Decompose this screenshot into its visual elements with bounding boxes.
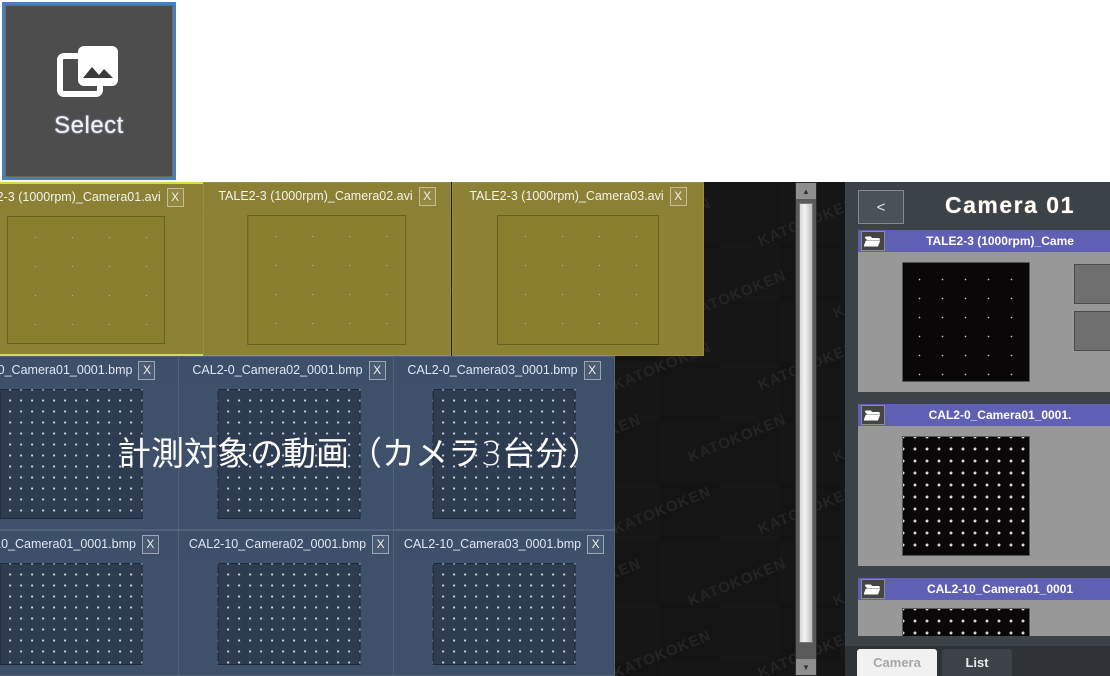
file-thumbnail-cell[interactable]: CAL2-0_Camera02_0001.bmp X: [178, 356, 400, 530]
close-icon[interactable]: X: [166, 187, 184, 207]
close-icon[interactable]: X: [583, 360, 601, 380]
file-thumbnail-cell[interactable]: CAL2-10_Camera02_0001.bmp X: [178, 530, 400, 676]
file-thumbnail-header: 2-10_Camera01_0001.bmp X: [0, 531, 181, 557]
preview-image: [902, 262, 1030, 382]
camera-list-item-header: CAL2-0_Camera01_0001.: [858, 404, 1110, 426]
camera-list-item[interactable]: CAL2-0_Camera01_0001.: [858, 404, 1110, 566]
workspace: KATOKOKEN KATOKOKEN KATOKOKEN KATOKOKEN KATO…: [0, 182, 1110, 676]
camera-list-item[interactable]: CAL2-10_Camera01_0001: [858, 578, 1110, 636]
file-thumbnail-cell[interactable]: 2-0_Camera01_0001.bmp X: [0, 356, 182, 530]
thumbnail-row: E2-3 (1000rpm)_Camera01.avi X TALE2-3 (100…: [0, 182, 790, 356]
camera-file-list[interactable]: TALE2-3 (1000rpm)_Came CAL2-0_Camera01_00…: [858, 230, 1110, 636]
camera-list-item-header: CAL2-10_Camera01_0001: [858, 578, 1110, 600]
back-button[interactable]: <: [858, 190, 904, 224]
grid-vertical-scrollbar[interactable]: ▲ ▼: [795, 182, 817, 676]
file-thumbnail-image: [432, 389, 576, 519]
scroll-down-arrow-icon[interactable]: ▼: [796, 659, 816, 675]
preview-side-buttons[interactable]: [1074, 264, 1110, 358]
thumbnail-row: 2-0_Camera01_0001.bmp X CAL2-0_Camera02_00…: [0, 356, 790, 530]
camera-list-item-preview: [858, 600, 1110, 636]
file-thumbnail-header: CAL2-0_Camera02_0001.bmp X: [179, 357, 399, 383]
file-name-label: TALE2-3 (1000rpm)_Camera03.avi: [469, 189, 664, 203]
file-thumbnail-image: [432, 563, 576, 665]
tab-list[interactable]: List: [942, 649, 1012, 676]
preview-side-button[interactable]: [1074, 311, 1110, 351]
thumbnail-speckles: [498, 216, 658, 344]
preview-image: [902, 608, 1030, 636]
select-button[interactable]: Select: [2, 2, 176, 180]
file-thumbnail-header: 2-0_Camera01_0001.bmp X: [0, 357, 181, 383]
file-thumbnail-cell[interactable]: E2-3 (1000rpm)_Camera01.avi X: [0, 182, 210, 356]
camera-list-item[interactable]: TALE2-3 (1000rpm)_Came: [858, 230, 1110, 392]
camera-preview-panel: < Camera 01 TALE2-3 (1000rpm)_Came CAL2-0…: [845, 182, 1110, 676]
camera-list-item-label: CAL2-0_Camera01_0001.: [928, 408, 1072, 422]
page-title: Camera 01: [945, 192, 1075, 218]
file-name-label: TALE2-3 (1000rpm)_Camera02.avi: [218, 189, 413, 203]
camera-list-item-label: CAL2-10_Camera01_0001: [926, 582, 1074, 596]
file-thumbnail-header: CAL2-10_Camera03_0001.bmp X: [394, 531, 614, 557]
thumbnail-speckles: [248, 216, 406, 344]
panel-tabs[interactable]: Camera List: [845, 646, 1110, 676]
file-name-label: CAL2-10_Camera03_0001.bmp: [403, 537, 582, 551]
file-thumbnail-image: [6, 216, 166, 344]
file-thumbnail-header: TALE2-3 (1000rpm)_Camera02.avi X: [204, 183, 450, 209]
select-button-label: Select: [54, 112, 124, 139]
file-name-label: CAL2-0_Camera02_0001.bmp: [192, 363, 363, 377]
file-thumbnail-image: [217, 563, 361, 665]
images-stack-icon: [56, 42, 122, 102]
camera-list-item-label: TALE2-3 (1000rpm)_Came: [926, 234, 1074, 248]
file-thumbnail-image: [217, 389, 361, 519]
file-thumbnail-cell[interactable]: 2-10_Camera01_0001.bmp X: [0, 530, 182, 676]
close-icon[interactable]: X: [669, 186, 687, 206]
file-name-label: E2-3 (1000rpm)_Camera01.avi: [0, 190, 161, 204]
file-name-label: CAL2-0_Camera03_0001.bmp: [407, 363, 578, 377]
file-name-label: 2-10_Camera01_0001.bmp: [0, 537, 136, 551]
camera-list-item-preview: [858, 426, 1110, 566]
file-thumbnail-header: CAL2-10_Camera02_0001.bmp X: [179, 531, 399, 557]
file-thumbnail-header: TALE2-3 (1000rpm)_Camera03.avi X: [453, 183, 703, 209]
open-folder-icon[interactable]: [861, 579, 885, 599]
close-icon[interactable]: X: [587, 534, 605, 554]
file-thumbnail-header: CAL2-0_Camera03_0001.bmp X: [394, 357, 614, 383]
scrollbar-thumb[interactable]: [799, 203, 813, 643]
top-toolbar-strip: Select: [0, 0, 1110, 182]
close-icon[interactable]: X: [372, 534, 390, 554]
open-folder-icon[interactable]: [861, 405, 885, 425]
file-thumbnail-header: E2-3 (1000rpm)_Camera01.avi X: [0, 184, 208, 210]
file-thumbnail-cell[interactable]: CAL2-10_Camera03_0001.bmp X: [393, 530, 615, 676]
file-thumbnail-image: [247, 215, 407, 345]
close-icon[interactable]: X: [368, 360, 386, 380]
preview-image: [902, 436, 1030, 556]
select-button-inner: Select: [5, 5, 173, 177]
camera-panel-header: < Camera 01: [845, 182, 1110, 230]
file-thumbnail-cell[interactable]: TALE2-3 (1000rpm)_Camera03.avi X: [452, 182, 704, 356]
close-icon[interactable]: X: [418, 186, 436, 206]
close-icon[interactable]: X: [141, 534, 159, 554]
close-icon[interactable]: X: [138, 360, 156, 380]
open-folder-icon[interactable]: [861, 231, 885, 251]
thumbnail-speckles: [7, 217, 165, 343]
camera-list-item-header: TALE2-3 (1000rpm)_Came: [858, 230, 1110, 252]
file-thumbnail-image: [497, 215, 659, 345]
thumbnail-row: 2-10_Camera01_0001.bmpXCAL2-10_Camera02_…: [0, 530, 790, 676]
file-thumbnail-image: [0, 563, 143, 665]
file-name-label: 2-0_Camera01_0001.bmp: [0, 363, 133, 377]
file-name-label: CAL2-10_Camera02_0001.bmp: [188, 537, 367, 551]
preview-side-button[interactable]: [1074, 264, 1110, 304]
scroll-up-arrow-icon[interactable]: ▲: [796, 183, 816, 199]
file-thumbnail-image: [0, 389, 143, 519]
tab-camera[interactable]: Camera: [857, 649, 937, 676]
file-thumbnail-grid[interactable]: E2-3 (1000rpm)_Camera01.avi X TALE2-3 (100…: [0, 182, 790, 676]
camera-list-item-preview: [858, 252, 1110, 392]
file-thumbnail-cell[interactable]: CAL2-0_Camera03_0001.bmp X: [393, 356, 615, 530]
file-thumbnail-cell[interactable]: TALE2-3 (1000rpm)_Camera02.avi X: [203, 182, 451, 356]
